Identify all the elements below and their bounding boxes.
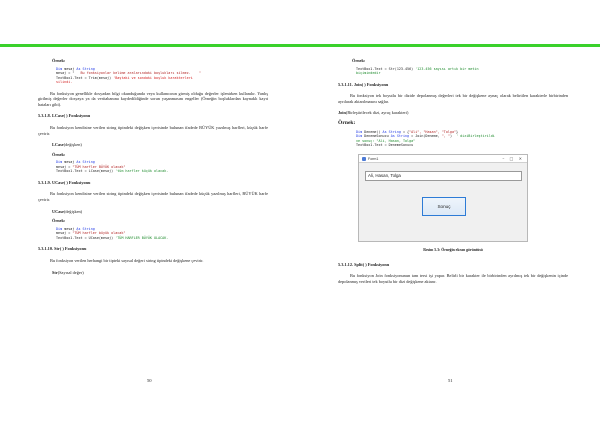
left-page: Örnek: Dim mesaj As String mesaj = " Bu … [38,58,268,279]
accent-bar [0,44,600,47]
code-block-join: Dim Deneme() As String = {"Ali", "Hasan"… [356,129,495,148]
syntax-str: Str(Sayısal değer) [52,269,84,275]
example-label: Örnek: [52,218,66,224]
example-label: Örnek: [52,58,66,63]
right-page: Örnek: TextBox1.Text = Str(123.456) '123… [338,58,568,290]
heading-ucase: 5.3.1.9. UCase( ) Fonksiyonu [38,179,91,185]
heading-lcase: 5.3.1.8. LCase( ) Fonksiyonu [38,113,91,119]
result-button[interactable]: Sonuç [422,196,466,216]
app-icon [362,156,366,161]
page-number-left: 50 [147,378,152,383]
page-number-right: 51 [448,378,453,383]
syntax-lcase: LCase(değişken) [52,142,82,148]
paragraph-join: Bu fonksiyon tek boyutlu bir dizide depo… [338,93,568,104]
paragraph-ucase: Bu fonksiyon kendisine verilen string ti… [38,191,268,203]
syntax-ucase: UCase(değişken) [52,208,83,214]
window-title: Form1 [368,156,379,161]
figure-caption: Resim 5.3: Örneğin ekran görüntüsü [423,247,483,252]
screenshot-figure: Form1 – □ ✕ Ali, Hasan, Tolga Sonuç [358,153,528,242]
code-block-str: TextBox1.Text = Str(123.456) '123.456 sa… [356,66,479,76]
syntax-join: Join(Birleştirilecek dizi, ayraç karakte… [338,110,409,116]
paragraph-lcase: Bu fonksiyon kendisine verilen string ti… [38,124,268,136]
result-textbox[interactable]: Ali, Hasan, Tolga [365,170,522,181]
window-controls-icon: – □ ✕ [502,155,524,161]
code-block-ucase: Dim mesaj As String mesaj = "TÜM harfler… [56,226,169,240]
paragraph-trim-usage: Bu fonksiyon genellikle dosyadan bilgi o… [38,90,268,107]
heading-str: 5.3.1.10. Str( ) Fonksiyonu [38,246,87,252]
example-label: Örnek: [352,58,366,63]
code-block-trim: Dim mesaj As String mesaj = " Bu fonksiy… [56,66,201,85]
window-titlebar: Form1 – □ ✕ [359,154,527,163]
heading-join: 5.3.1.11. Join( ) Fonksiyonu [338,81,389,87]
example-label: Örnek: [338,119,356,126]
heading-split: 5.3.1.12. Split( ) Fonksiyonu [338,261,390,267]
paragraph-str: Bu fonksiyon verilen herhangi bir tiptek… [50,257,204,263]
example-label: Örnek: [52,151,66,157]
code-block-lcase: Dim mesaj As String mesaj = "TÜM harfler… [56,160,169,174]
paragraph-split: Bu fonksiyon Join fonksiyonunun tam ters… [338,273,568,284]
